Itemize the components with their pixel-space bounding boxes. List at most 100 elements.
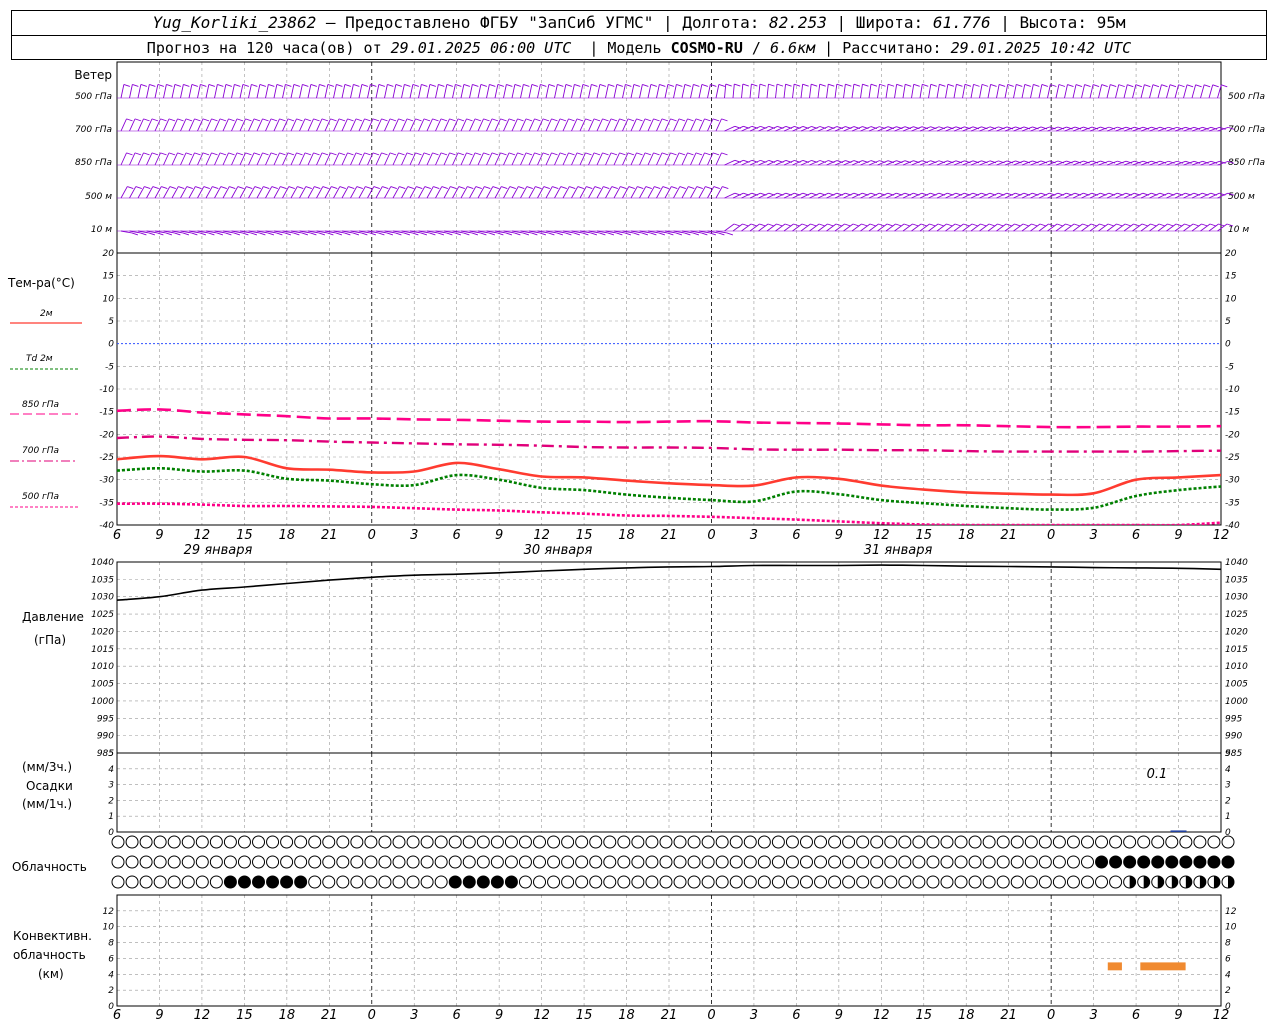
- wind-barb-flag: [488, 232, 496, 236]
- temp-tick-right: -25: [1225, 453, 1240, 463]
- wind-barb-flag: [853, 83, 861, 87]
- cloud-cover-circle: [1095, 875, 1109, 889]
- wind-barb-flag: [279, 152, 286, 156]
- cloud-cover-circle: [181, 855, 195, 869]
- wind-barb-flag: [236, 152, 244, 156]
- conv-axis-ticks: 12 1210 108 86 64 42 20 0: [103, 907, 1237, 1012]
- cloud-cover-circle: [420, 835, 434, 849]
- cloud-cover-circle: [617, 835, 631, 849]
- wind-barb-flag: [474, 152, 482, 156]
- pressure-tick-right: 995: [1225, 714, 1242, 724]
- wind-barb: [307, 84, 312, 99]
- wind-barb-flag: [539, 232, 547, 236]
- wind-barb-flag: [912, 223, 919, 227]
- cloud-cover-circle: [476, 855, 490, 869]
- wind-barb: [256, 84, 261, 99]
- wind-barb: [333, 84, 337, 99]
- wind-barb-flag: [225, 84, 232, 87]
- wind-barb: [707, 84, 711, 99]
- wind-barb-flag: [1133, 223, 1140, 227]
- wind-barb: [273, 84, 278, 99]
- temp-tick-right: -30: [1225, 476, 1240, 486]
- date-label: 30 января: [524, 543, 593, 558]
- x-tick-label: 18: [618, 528, 635, 543]
- x-tick-label: 18: [958, 528, 975, 543]
- cloud-cover-circle: [294, 875, 308, 889]
- x-tick-label: 0: [368, 1008, 376, 1023]
- wind-barb-flag: [348, 186, 355, 189]
- wind-barb: [171, 84, 176, 99]
- wind-barb: [936, 84, 940, 99]
- wind-barb-flag: [1024, 84, 1031, 87]
- wind-barb-flag: [330, 152, 337, 156]
- wind-barb: [622, 84, 626, 99]
- cloud-cover-circle: [476, 835, 490, 849]
- wind-barb-flag: [701, 84, 708, 87]
- wind-barb: [426, 84, 431, 99]
- wind-barb: [435, 84, 439, 99]
- cloud-cover-circle: [125, 835, 139, 849]
- wind-barb-flag: [429, 84, 436, 87]
- wind-barb-flag: [296, 152, 303, 156]
- cloud-cover-circle: [167, 875, 181, 889]
- x-tick-label: 0: [1047, 1008, 1055, 1023]
- temp-tick-right: 5: [1225, 317, 1231, 327]
- cloud-cover-circle: [266, 855, 280, 869]
- cloud-cover-circle: [237, 855, 251, 869]
- wind-barb-flag: [946, 223, 953, 227]
- precip-tick-left: 0: [108, 828, 114, 838]
- x-tick-label: 9: [495, 1008, 503, 1023]
- cloud-cover-circle: [940, 855, 954, 869]
- wind-barb: [571, 84, 575, 99]
- wind-barb-flag: [347, 118, 354, 122]
- wind-barb-flag: [160, 152, 167, 156]
- precip-annotation: 0.1: [1147, 767, 1168, 782]
- wind-barb-flag: [500, 152, 507, 156]
- wind-level-label: 10 м: [91, 225, 112, 235]
- wind-barb-flag: [229, 186, 236, 189]
- wind-barb-flag: [956, 83, 963, 87]
- cloud-cover-circle: [1024, 875, 1038, 889]
- wind-barb-flag: [166, 84, 173, 87]
- wind-barb-flag: [913, 83, 920, 87]
- cloud-cover-circle: [715, 875, 729, 889]
- wind-barb: [137, 84, 142, 99]
- wind-barb-flag: [768, 83, 775, 87]
- wind-barb-flag: [568, 118, 575, 122]
- wind-barb-flag: [1056, 223, 1064, 227]
- wind-barb-flag: [287, 118, 295, 122]
- wind-barb: [375, 84, 380, 99]
- wind-barb-flag: [319, 84, 326, 87]
- wind-barb-flag: [954, 223, 962, 227]
- cloud-cover-circle: [898, 875, 912, 889]
- cloud-cover-circle: [434, 855, 448, 869]
- wind-barb-flag: [185, 118, 193, 122]
- wind-barb-flag: [514, 232, 521, 236]
- conv-tick-right: 4: [1225, 970, 1231, 980]
- wind-barb-flag: [828, 83, 835, 87]
- wind-barb-flag: [364, 152, 371, 156]
- wind-barb-flag: [304, 152, 312, 156]
- cloud-cover-circle: [364, 855, 378, 869]
- cloud-cover-half: [1228, 876, 1234, 888]
- cloud-cover-circle: [1010, 875, 1024, 889]
- wind-barb-flag: [704, 118, 711, 122]
- wind-barb-flag: [361, 84, 368, 87]
- wind-barb-flag: [1090, 223, 1098, 227]
- cloud-cover-circle: [322, 835, 336, 849]
- wind-barb: [834, 84, 838, 99]
- cloud-cover-circle: [434, 835, 448, 849]
- wind-barb-flag: [557, 84, 564, 87]
- cloud-cover-circle: [771, 875, 785, 889]
- cloud-cover-circle: [814, 855, 828, 869]
- wind-barb-flag: [650, 232, 657, 236]
- wind-barb-flag: [636, 152, 643, 156]
- wind-barb-flag: [284, 232, 292, 236]
- x-tick-label: 12: [533, 1008, 550, 1023]
- cloud-cover-circle: [125, 855, 139, 869]
- x-tick-label: 12: [194, 528, 211, 543]
- x-tick-label: 15: [236, 1008, 253, 1023]
- wind-barb-flag: [386, 232, 394, 236]
- wind-barb-flag: [973, 83, 980, 87]
- cloud-cover-circle: [982, 855, 996, 869]
